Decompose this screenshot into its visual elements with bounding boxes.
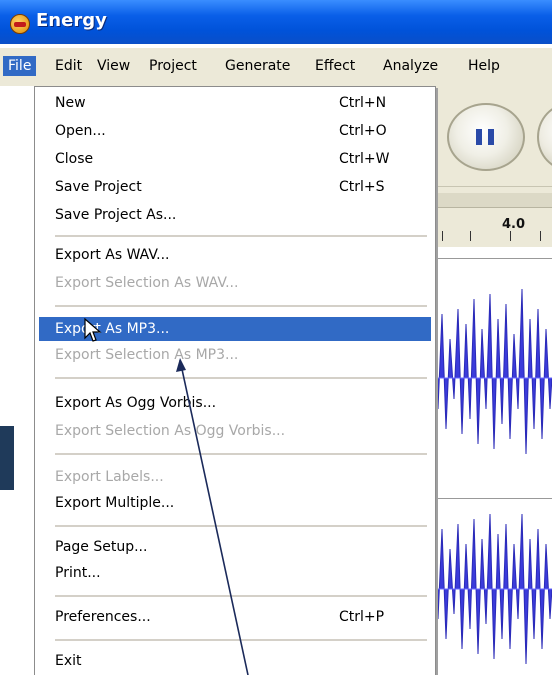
annotation-arrow: [176, 358, 249, 675]
app-window: Energy File Edit View Project Generate E…: [0, 0, 552, 675]
